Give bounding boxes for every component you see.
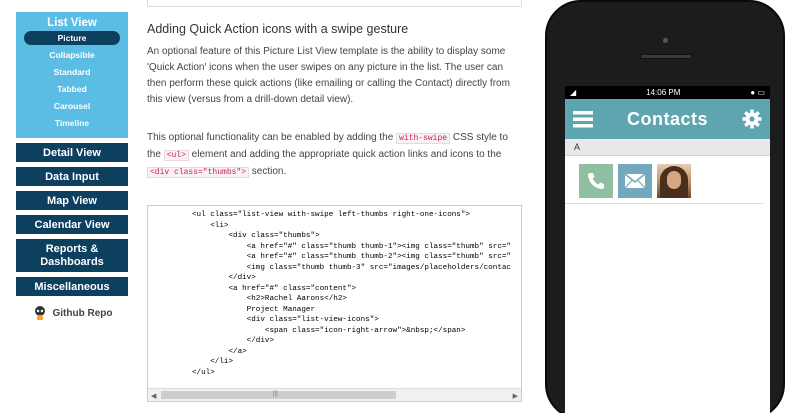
phone-speaker bbox=[640, 54, 692, 59]
battery-icon: ● ▭ bbox=[750, 88, 765, 97]
code-line: Project Manager bbox=[192, 305, 316, 314]
code-with-swipe: with-swipe bbox=[396, 133, 451, 144]
gear-icon[interactable] bbox=[742, 109, 762, 129]
nav-item-detail-view[interactable]: Detail View bbox=[16, 143, 128, 162]
nav-sub-collapsible[interactable]: Collapsible bbox=[16, 47, 128, 64]
app-title: Contacts bbox=[626, 108, 708, 129]
code-line: </div> bbox=[192, 274, 256, 282]
scroll-left-arrow-icon[interactable]: ◀ bbox=[151, 392, 156, 400]
status-time: 14:06 PM bbox=[646, 88, 681, 97]
para2-text-d: section. bbox=[251, 166, 287, 177]
nav-group-title[interactable]: List View bbox=[16, 14, 128, 31]
code-block: <ul class="list-view with-swipe left-thu… bbox=[148, 206, 521, 378]
horizontal-scrollbar[interactable]: ◀ ||| ▶ bbox=[148, 388, 521, 401]
intro-paragraph: An optional feature of this Picture List… bbox=[147, 46, 510, 105]
nav-sub-picture[interactable]: Picture bbox=[24, 31, 120, 45]
list-divider: A bbox=[565, 139, 770, 156]
octocat-icon bbox=[34, 306, 45, 320]
phone-screen: ◢ 14:06 PM ● ▭ Contacts A bbox=[565, 86, 770, 413]
code-line: <img class="thumb thumb-3" src="images/p… bbox=[192, 263, 511, 272]
phone-icon bbox=[588, 173, 604, 189]
code-scroll-area[interactable]: <ul class="list-view with-swipe left-thu… bbox=[148, 206, 521, 388]
signal-icon: ◢ bbox=[570, 88, 577, 97]
code-line: <ul class="list-view with-swipe left-thu… bbox=[192, 211, 470, 219]
app-header: Contacts bbox=[565, 99, 770, 139]
nav-item-map-view[interactable]: Map View bbox=[16, 191, 128, 210]
scroll-grip-icon: ||| bbox=[273, 391, 278, 397]
para2-text-c: element and adding the appropriate quick… bbox=[191, 149, 502, 160]
nav-item-reports-dashboards[interactable]: Reports & Dashboards bbox=[16, 239, 128, 272]
nav-item-data-input[interactable]: Data Input bbox=[16, 167, 128, 186]
code-line: <div class="thumbs"> bbox=[192, 232, 320, 240]
menu-icon[interactable] bbox=[573, 110, 593, 128]
nav-group-list-view: List View Picture Collapsible Standard T… bbox=[16, 12, 128, 138]
scrollbar-thumb[interactable]: ||| bbox=[161, 391, 396, 399]
avatar[interactable] bbox=[657, 164, 691, 198]
github-repo-link[interactable]: Github Repo bbox=[16, 305, 128, 321]
code-ul: <ul> bbox=[163, 150, 189, 161]
phone-mockup: ◢ 14:06 PM ● ▭ Contacts A bbox=[545, 0, 785, 413]
nav-sub-standard[interactable]: Standard bbox=[16, 64, 128, 81]
status-bar: ◢ 14:06 PM ● ▭ bbox=[565, 86, 770, 99]
code-div-thumbs: <div class="thumbs"> bbox=[147, 167, 250, 178]
nav-sub-timeline[interactable]: Timeline bbox=[16, 115, 128, 132]
code-line: <h2>Rachel Aarons</h2> bbox=[192, 295, 347, 303]
code-line: <a href="#" class="thumb thumb-1"><img c… bbox=[192, 242, 511, 251]
config-paragraph: This optional functionality can be enabl… bbox=[147, 130, 522, 181]
previous-section-box bbox=[147, 0, 522, 7]
code-line: <a href="#" class="content"> bbox=[192, 284, 357, 293]
code-line: <div class="list-view-icons"> bbox=[192, 316, 379, 324]
call-button[interactable] bbox=[579, 164, 613, 198]
nav-item-miscellaneous[interactable]: Miscellaneous bbox=[16, 277, 128, 296]
code-line: <li> bbox=[192, 221, 229, 230]
code-line: </div> bbox=[192, 337, 275, 345]
section-heading: Adding Quick Action icons with a swipe g… bbox=[147, 22, 409, 36]
nav-item-calendar-view[interactable]: Calendar View bbox=[16, 215, 128, 234]
code-line: </a> bbox=[192, 347, 247, 356]
github-repo-label: Github Repo bbox=[52, 307, 113, 319]
nav-sub-tabbed[interactable]: Tabbed bbox=[16, 81, 128, 98]
avatar-face bbox=[667, 171, 681, 189]
email-button[interactable] bbox=[618, 164, 652, 198]
code-line: <a href="#" class="thumb thumb-2"><img c… bbox=[192, 253, 511, 261]
sidebar-nav: List View Picture Collapsible Standard T… bbox=[16, 12, 128, 321]
code-line: </li> bbox=[192, 358, 234, 366]
code-line: <span class="icon-right-arrow">&nbsp;</s… bbox=[192, 326, 466, 335]
nav-sub-carousel[interactable]: Carousel bbox=[16, 98, 128, 115]
phone-camera bbox=[663, 38, 668, 43]
code-sample-box: <ul class="list-view with-swipe left-thu… bbox=[147, 205, 522, 402]
mail-icon bbox=[624, 173, 646, 189]
scroll-right-arrow-icon[interactable]: ▶ bbox=[513, 392, 518, 400]
code-line: </ul> bbox=[192, 368, 215, 377]
list-item[interactable] bbox=[565, 156, 764, 204]
para2-text-a: This optional functionality can be enabl… bbox=[147, 132, 394, 143]
